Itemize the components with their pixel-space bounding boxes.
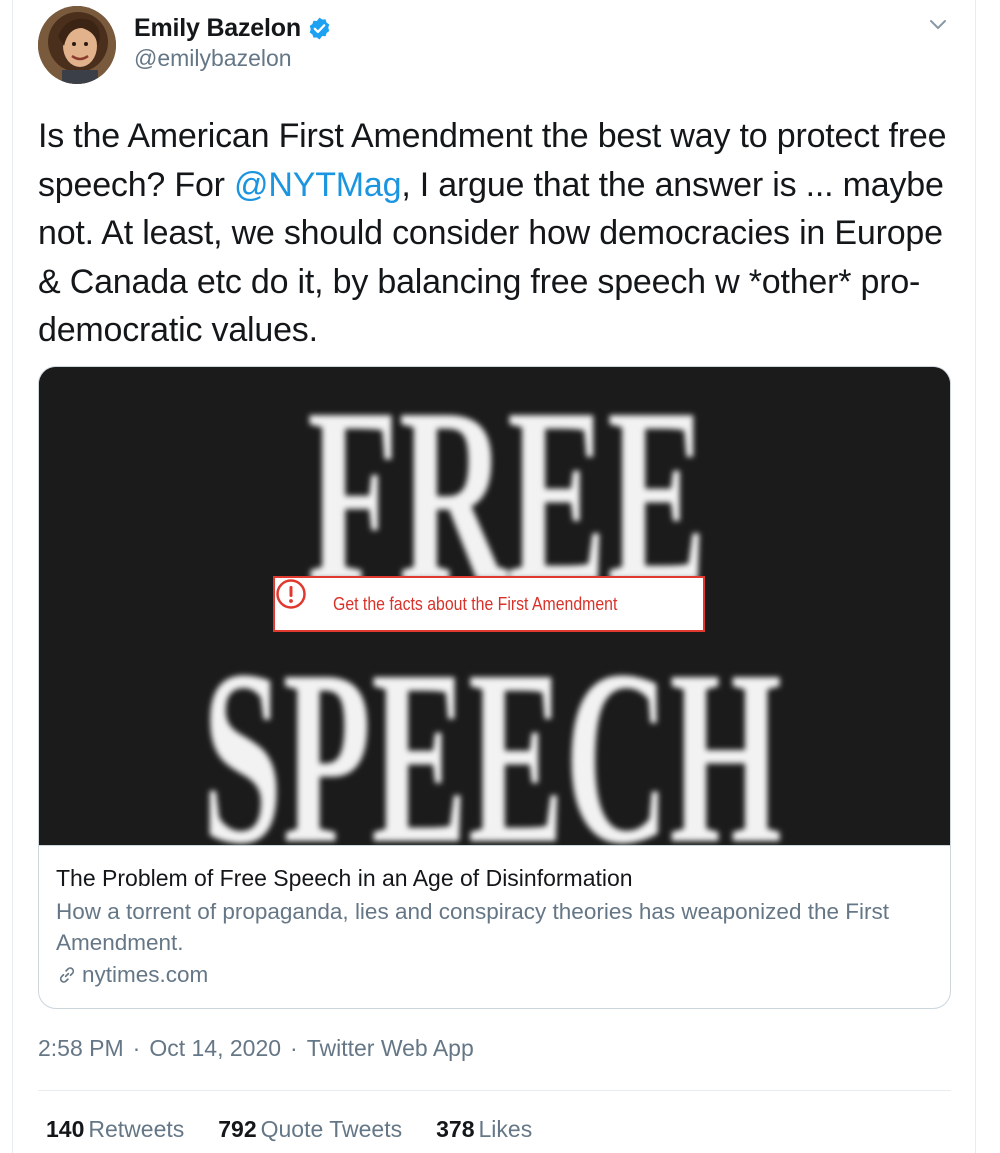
mention-link[interactable]: @NYTMag: [234, 166, 401, 204]
avatar[interactable]: [38, 6, 116, 84]
quote-tweets-count: 792: [218, 1116, 257, 1142]
verified-badge-icon: [307, 16, 332, 41]
card-domain: nytimes.com: [56, 962, 935, 988]
fact-check-notice-label: Get the facts about the First Amendment: [333, 593, 618, 614]
tweet-detail: Emily Bazelon @emilybazelon Is the Ameri…: [0, 0, 1000, 1153]
quote-tweets-stat[interactable]: 792 Quote Tweets: [218, 1116, 402, 1143]
card-description: How a torrent of propaganda, lies and co…: [56, 899, 889, 955]
timeline-border-right: [975, 0, 976, 1153]
likes-count: 378: [436, 1116, 475, 1142]
exclamation-circle-icon: [276, 579, 319, 620]
likes-label: Likes: [478, 1116, 533, 1142]
meta-separator: ·: [132, 1035, 141, 1061]
card-image[interactable]: FREE SPEECH Get the facts about the Firs…: [39, 367, 950, 845]
retweets-count: 140: [46, 1116, 85, 1142]
fact-check-notice[interactable]: Get the facts about the First Amendment: [273, 576, 705, 632]
card-body[interactable]: The Problem of Free Speech in an Age of …: [39, 845, 950, 1008]
tweet-meta: 2:58 PM · Oct 14, 2020 · Twitter Web App: [38, 1035, 474, 1062]
author-display-name[interactable]: Emily Bazelon: [134, 14, 301, 43]
author-handle[interactable]: @emilybazelon: [134, 45, 292, 72]
stats-divider: [38, 1090, 951, 1091]
tweet-source[interactable]: Twitter Web App: [307, 1035, 474, 1062]
tweet-date[interactable]: Oct 14, 2020: [149, 1035, 281, 1062]
tweet-text: Is the American First Amendment the best…: [38, 112, 968, 355]
card-image-word-speech: SPEECH: [202, 619, 782, 845]
author-name-row[interactable]: Emily Bazelon: [134, 12, 332, 44]
chevron-down-icon[interactable]: [928, 14, 948, 34]
tweet-time[interactable]: 2:58 PM: [38, 1035, 124, 1062]
link-card[interactable]: FREE SPEECH Get the facts about the Firs…: [38, 366, 951, 1009]
retweets-stat[interactable]: 140 Retweets: [46, 1116, 184, 1143]
meta-separator: ·: [290, 1035, 298, 1061]
card-title: The Problem of Free Speech in an Age of …: [56, 865, 633, 891]
quote-tweets-label: Quote Tweets: [260, 1116, 403, 1142]
timeline-border-left: [12, 0, 13, 1153]
card-domain-text: nytimes.com: [82, 962, 209, 987]
link-icon: [56, 964, 78, 986]
retweets-label: Retweets: [88, 1116, 185, 1142]
engagement-stats: 140 Retweets 792 Quote Tweets 378 Likes: [46, 1116, 566, 1143]
likes-stat[interactable]: 378 Likes: [436, 1116, 532, 1143]
